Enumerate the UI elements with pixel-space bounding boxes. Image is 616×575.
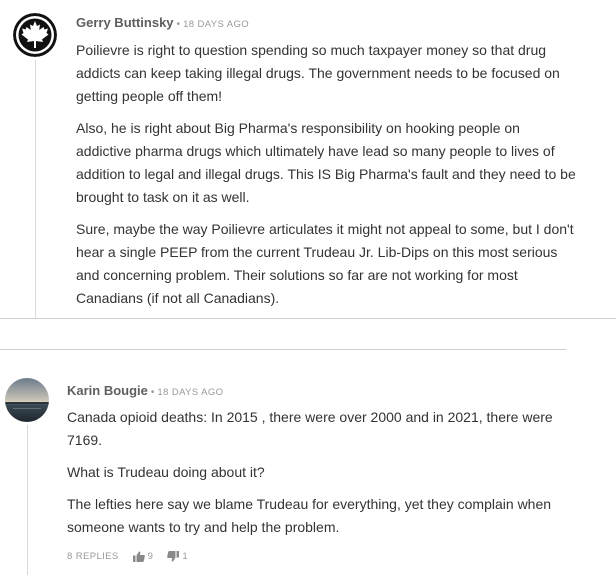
comment-paragraph: The lefties here say we blame Trudeau fo…: [67, 496, 552, 535]
timestamp[interactable]: 18 DAYS AGO: [157, 387, 223, 398]
comment-actions: 8 REPLIES 9 1: [67, 551, 202, 562]
thumbs-down-icon: [167, 551, 180, 562]
thread-line: [27, 425, 28, 575]
maple-leaf-icon: [13, 13, 57, 57]
upvote-button[interactable]: 9: [132, 551, 154, 562]
thumbs-up-icon: [132, 551, 145, 562]
comment-paragraph: Sure, maybe the way Poilievre articulate…: [76, 221, 574, 306]
meta-separator: •: [150, 387, 155, 398]
comment-body: Canada opioid deaths: In 2015 , there we…: [67, 406, 577, 548]
comment-paragraph: Also, he is right about Big Pharma's res…: [76, 120, 576, 205]
comment-divider: [0, 318, 616, 319]
thread-line: [35, 60, 36, 318]
upvote-count: 9: [147, 551, 154, 562]
replies-link[interactable]: 8 REPLIES: [67, 551, 119, 562]
author-name[interactable]: Gerry Buttinsky: [76, 15, 174, 30]
avatar[interactable]: [13, 13, 57, 57]
downvote-button[interactable]: 1: [167, 551, 188, 562]
comment-divider: [0, 349, 566, 350]
comment-paragraph: What is Trudeau doing about it?: [67, 464, 265, 480]
ocean-sunset-photo: [5, 378, 49, 422]
avatar[interactable]: [5, 378, 49, 422]
comment-meta: Karin Bougie • 18 DAYS AGO: [67, 383, 223, 398]
author-name[interactable]: Karin Bougie: [67, 383, 148, 398]
comment-paragraph: Canada opioid deaths: In 2015 , there we…: [67, 409, 553, 448]
comment-paragraph: Poilievre is right to question spending …: [76, 42, 560, 104]
comment-body: Poilievre is right to question spending …: [76, 39, 576, 319]
downvote-count: 1: [182, 551, 189, 562]
timestamp[interactable]: 18 DAYS AGO: [183, 19, 249, 30]
comment-meta: Gerry Buttinsky • 18 DAYS AGO: [76, 15, 249, 30]
comment-gerry-buttinsky: Gerry Buttinsky • 18 DAYS AGO Poilievre is…: [0, 0, 616, 318]
meta-separator: •: [176, 19, 181, 30]
